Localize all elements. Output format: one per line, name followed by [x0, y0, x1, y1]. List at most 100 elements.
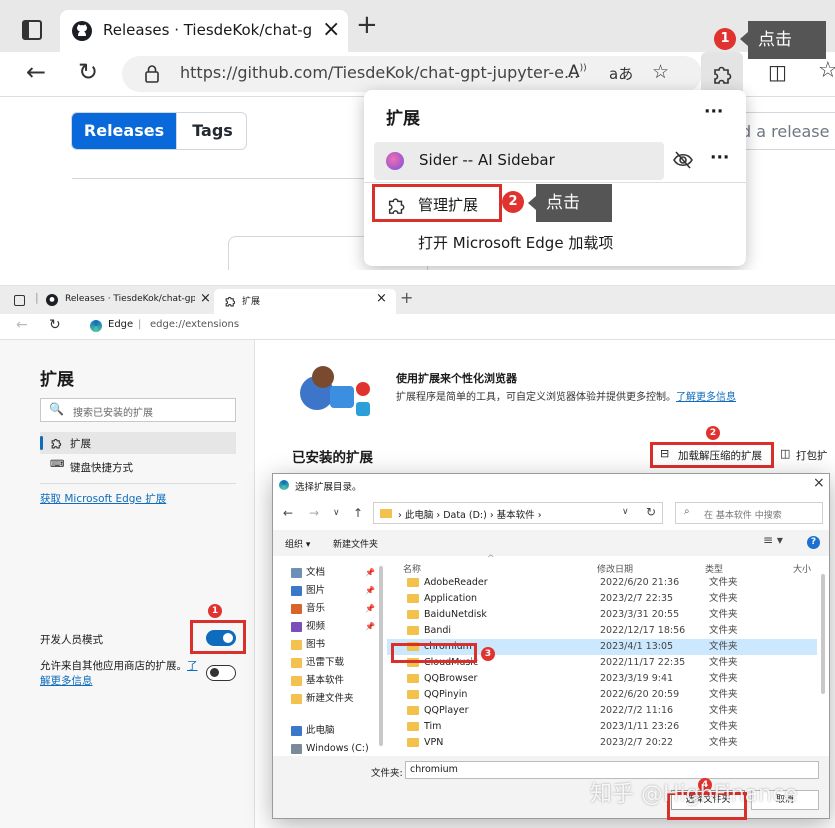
- file-row[interactable]: Bandi 2022/12/17 18:56 文件夹: [387, 623, 817, 639]
- file-row[interactable]: BaiduNetdisk 2023/3/31 20:55 文件夹: [387, 607, 817, 623]
- find-release-input[interactable]: d a release: [736, 112, 835, 150]
- file-row[interactable]: VPN 2023/2/7 20:22 文件夹: [387, 735, 817, 748]
- sidebar-item-shortcuts[interactable]: ⌨ 键盘快捷方式: [40, 456, 236, 478]
- nav-item[interactable]: 视频 📌: [273, 618, 378, 636]
- close-tab-icon[interactable]: ×: [200, 291, 211, 306]
- nav-item[interactable]: 音乐 📌: [273, 600, 378, 618]
- nav-item[interactable]: 新建文件夹: [273, 690, 378, 708]
- tab1-title[interactable]: Releases · TiesdeKok/chat-gpt-ju: [65, 294, 195, 304]
- highlight-developer-mode: [190, 620, 246, 654]
- pin-icon: 📌: [365, 568, 375, 577]
- pack-extension-button[interactable]: ◫ 打包扩: [780, 445, 835, 465]
- favorite-add-icon[interactable]: ☆: [652, 61, 669, 83]
- file-date: 2023/1/11 23:26: [600, 721, 680, 732]
- file-row[interactable]: Tim 2023/1/11 23:26 文件夹: [387, 719, 817, 735]
- hide-eye-icon[interactable]: [672, 150, 694, 170]
- nav-item-icon: [291, 694, 302, 704]
- watermark: 知乎 @HighFinance: [590, 782, 798, 807]
- folder-icon: [407, 722, 419, 731]
- releases-tab[interactable]: Releases: [72, 113, 176, 149]
- back-icon[interactable]: ←: [16, 317, 28, 333]
- address-bar[interactable]: https://github.com/TiesdeKok/chat-gpt-ju…: [122, 56, 702, 92]
- new-tab-icon[interactable]: +: [400, 288, 413, 307]
- nav-item-icon: [291, 622, 302, 632]
- dropdown-icon[interactable]: ∨: [622, 507, 629, 517]
- toggle-knob: [210, 668, 219, 677]
- nav-item[interactable]: 此电脑: [273, 722, 378, 740]
- open-edge-addons-item[interactable]: 打开 Microsoft Edge 加载项: [418, 232, 613, 253]
- tags-tab[interactable]: Tags: [176, 113, 246, 149]
- close-tab-icon[interactable]: ×: [322, 17, 340, 42]
- nav-item[interactable]: 图片 📌: [273, 582, 378, 600]
- extension-item-sider[interactable]: Sider -- AI Sidebar: [374, 142, 664, 180]
- file-date: 2022/12/17 18:56: [600, 625, 686, 636]
- refresh-icon[interactable]: ↻: [49, 317, 61, 333]
- forward-icon[interactable]: →: [309, 506, 319, 520]
- pack-icon: ◫: [780, 447, 791, 460]
- tab-actions-icon[interactable]: [22, 20, 42, 40]
- help-icon[interactable]: ?: [807, 536, 820, 549]
- dialog-search-input[interactable]: ⌕ 在 基本软件 中搜索: [675, 502, 823, 524]
- crumb-pc[interactable]: 此电脑: [405, 510, 434, 521]
- file-date: 2023/2/7 20:22: [600, 737, 674, 748]
- get-extensions-link[interactable]: 获取 Microsoft Edge 扩展: [40, 491, 166, 506]
- crumb-drive[interactable]: Data (D:): [443, 510, 487, 521]
- up-icon[interactable]: ↑: [353, 506, 363, 520]
- file-date: 2022/7/2 11:16: [600, 705, 674, 716]
- lock-icon: [145, 65, 159, 83]
- refresh-icon[interactable]: ↻: [646, 505, 656, 519]
- nav-item[interactable]: 基本软件: [273, 672, 378, 690]
- file-row[interactable]: Application 2023/2/7 22:35 文件夹: [387, 591, 817, 607]
- allow-other-text: 允许来自其他应用商店的扩展。: [40, 660, 187, 672]
- github-icon: [46, 294, 58, 306]
- menu-more-icon[interactable]: ···: [704, 102, 723, 122]
- file-type: 文件夹: [709, 737, 738, 748]
- nav-item[interactable]: 图书: [273, 636, 378, 654]
- tab-extensions[interactable]: 扩展 ×: [214, 289, 396, 314]
- item-more-icon[interactable]: ···: [710, 148, 729, 168]
- nav-item[interactable]: 文档 📌: [273, 564, 378, 582]
- extension-name: Sider -- AI Sidebar: [419, 151, 555, 169]
- new-tab-icon[interactable]: +: [356, 10, 378, 40]
- file-row[interactable]: AdobeReader 2022/6/20 21:36 文件夹: [387, 575, 817, 591]
- search-extensions-input[interactable]: 🔍 搜索已安装的扩展: [40, 398, 236, 422]
- learn-more-link-b[interactable]: 解更多信息: [40, 673, 93, 688]
- crumb-folder[interactable]: 基本软件: [497, 510, 535, 521]
- file-type: 文件夹: [709, 625, 738, 636]
- file-scrollbar[interactable]: [821, 574, 825, 694]
- search-icon: 🔍: [49, 402, 64, 416]
- tab-github-releases[interactable]: Releases · TiesdeKok/chat-gpt-ju ×: [60, 10, 348, 52]
- path-breadcrumb[interactable]: › 此电脑 › Data (D:) › 基本软件 › ∨ ↻: [373, 502, 663, 524]
- allow-other-stores-toggle[interactable]: [206, 665, 236, 681]
- sidebar-item-extensions[interactable]: 扩展: [40, 432, 236, 454]
- back-icon[interactable]: ←: [26, 58, 46, 86]
- translate-icon[interactable]: aあ: [609, 63, 633, 84]
- file-name: BaiduNetdisk: [424, 609, 487, 620]
- new-folder-button[interactable]: 新建文件夹: [333, 537, 378, 550]
- close-tab-icon[interactable]: ×: [376, 291, 387, 306]
- nav-item-icon: [291, 676, 302, 686]
- learn-more-link-a[interactable]: 了: [187, 660, 198, 672]
- file-type: 文件夹: [709, 593, 738, 604]
- file-row[interactable]: QQPlayer 2022/7/2 11:16 文件夹: [387, 703, 817, 719]
- file-row[interactable]: QQPinyin 2022/6/20 20:59 文件夹: [387, 687, 817, 703]
- read-aloud-icon[interactable]: A)): [568, 62, 587, 82]
- back-icon[interactable]: ←: [283, 506, 293, 520]
- nav-scrollbar[interactable]: [379, 566, 383, 746]
- file-row[interactable]: QQBrowser 2023/3/19 9:41 文件夹: [387, 671, 817, 687]
- recent-chevron-icon[interactable]: ∨: [333, 508, 340, 518]
- organize-button[interactable]: 组织 ▾: [285, 537, 310, 550]
- address-bar[interactable]: Edge | edge://extensions: [78, 316, 835, 336]
- favorites-icon[interactable]: ☆: [818, 58, 835, 83]
- pin-icon: 📌: [365, 622, 375, 631]
- nav-item[interactable]: 迅雷下载: [273, 654, 378, 672]
- promo-learn-more-link[interactable]: 了解更多信息: [676, 392, 736, 403]
- folder-field-label: 文件夹:: [371, 768, 403, 779]
- folder-icon: [407, 706, 419, 715]
- view-options-icon[interactable]: ≡ ▾: [763, 533, 783, 547]
- split-screen-icon[interactable]: ◫: [768, 60, 787, 84]
- nav-item-label: 此电脑: [306, 725, 335, 736]
- tab-actions-icon[interactable]: [14, 295, 25, 306]
- refresh-icon[interactable]: ↻: [78, 58, 98, 86]
- dialog-close-icon[interactable]: ×: [813, 475, 825, 491]
